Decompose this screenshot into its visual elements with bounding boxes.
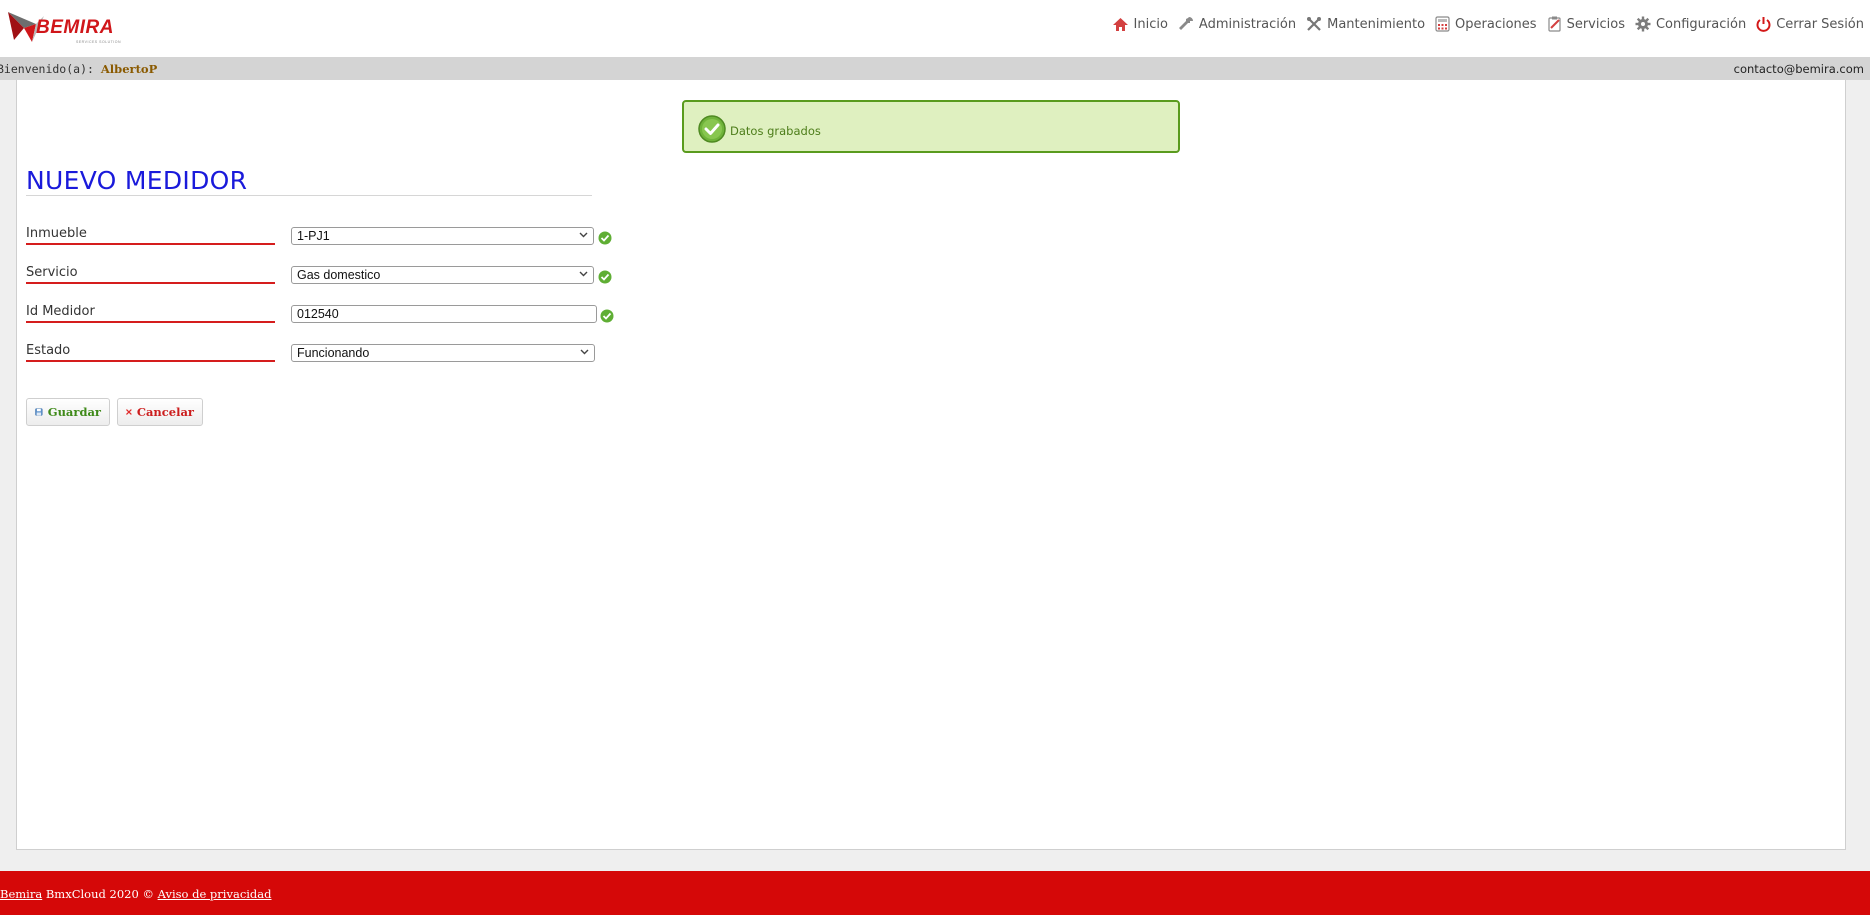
valid-check-icon [600, 309, 614, 323]
estado-select[interactable]: Funcionando [291, 344, 595, 362]
valid-check-icon [598, 270, 612, 284]
check-circle-icon [698, 115, 726, 143]
nav-cerrar-sesion[interactable]: Cerrar Sesión [1756, 16, 1864, 32]
clipboard-icon [1547, 16, 1561, 32]
welcome-bar: Bienvenido(a): AlbertoP contacto@bemira.… [0, 57, 1870, 80]
gear-icon [1635, 16, 1651, 32]
nav-inicio[interactable]: Inicio [1112, 17, 1168, 32]
content-background [0, 80, 1870, 871]
main-nav: Inicio Administración Mantenimiento Oper… [1112, 16, 1864, 32]
servicio-select[interactable]: Gas domestico [291, 266, 594, 284]
chevron-down-icon [579, 232, 588, 238]
servicio-label: Servicio [26, 265, 275, 284]
nav-label: Mantenimiento [1327, 16, 1426, 32]
nav-label: Operaciones [1455, 16, 1537, 32]
id-medidor-value: 012540 [297, 307, 339, 321]
welcome-prefix: Bienvenido(a): [0, 62, 94, 76]
nav-administracion[interactable]: Administración [1178, 16, 1296, 32]
bemira-logo[interactable]: BEMIRA SERVICES SOLUTION [6, 6, 132, 46]
servicio-value: Gas domestico [297, 268, 381, 282]
valid-check-icon [598, 231, 612, 245]
chevron-down-icon [580, 349, 589, 355]
header: BEMIRA SERVICES SOLUTION Inicio Administ… [0, 0, 1870, 57]
inmueble-value: 1-PJ1 [297, 229, 330, 243]
nav-label: Administración [1198, 16, 1297, 32]
estado-value: Funcionando [297, 346, 370, 360]
home-icon [1112, 17, 1128, 31]
nav-label: Servicios [1566, 16, 1625, 32]
save-button-label: Guardar [47, 405, 101, 419]
inmueble-label: Inmueble [26, 226, 275, 245]
power-icon [1756, 17, 1771, 32]
contact-email: contacto@bemira.com [1733, 62, 1864, 76]
nav-configuracion[interactable]: Configuración [1635, 16, 1746, 32]
wrench-icon [1178, 17, 1193, 30]
page-title: NUEVO MEDIDOR [26, 166, 248, 195]
calculator-icon [1435, 16, 1450, 32]
nav-label: Inicio [1133, 16, 1168, 32]
privacy-link[interactable]: Aviso de privacidad [158, 887, 272, 901]
title-divider [26, 195, 592, 196]
footer-brand-link[interactable]: Bemira [0, 887, 42, 901]
nav-servicios[interactable]: Servicios [1547, 16, 1625, 32]
id-medidor-input[interactable]: 012540 [291, 305, 597, 323]
nav-label: Cerrar Sesión [1776, 16, 1864, 32]
logo-subtext: SERVICES SOLUTION [76, 40, 122, 44]
footer-copyright: BmxCloud 2020 © [42, 887, 158, 901]
cancel-button-label: Cancelar [136, 405, 194, 419]
estado-label: Estado [26, 343, 275, 362]
save-icon [35, 408, 43, 416]
success-alert: Datos grabados [682, 100, 1180, 153]
welcome-user: AlbertoP [100, 62, 158, 76]
chevron-down-icon [579, 271, 588, 277]
close-icon [126, 409, 132, 415]
tools-icon [1307, 17, 1322, 31]
cancel-button[interactable]: Cancelar [117, 398, 203, 426]
nav-mantenimiento[interactable]: Mantenimiento [1306, 16, 1425, 32]
save-button[interactable]: Guardar [26, 398, 110, 426]
alert-message: Datos grabados [730, 124, 821, 138]
id-medidor-label: Id Medidor [26, 304, 275, 323]
welcome-message: Bienvenido(a): AlbertoP [0, 62, 157, 76]
logo-text: BEMIRA [36, 17, 114, 38]
inmueble-select[interactable]: 1-PJ1 [291, 227, 594, 245]
nav-label: Configuración [1655, 16, 1747, 32]
nav-operaciones[interactable]: Operaciones [1435, 16, 1537, 32]
footer-text: Bemira BmxCloud 2020 © Aviso de privacid… [0, 887, 272, 901]
footer: Bemira BmxCloud 2020 © Aviso de privacid… [0, 871, 1870, 915]
